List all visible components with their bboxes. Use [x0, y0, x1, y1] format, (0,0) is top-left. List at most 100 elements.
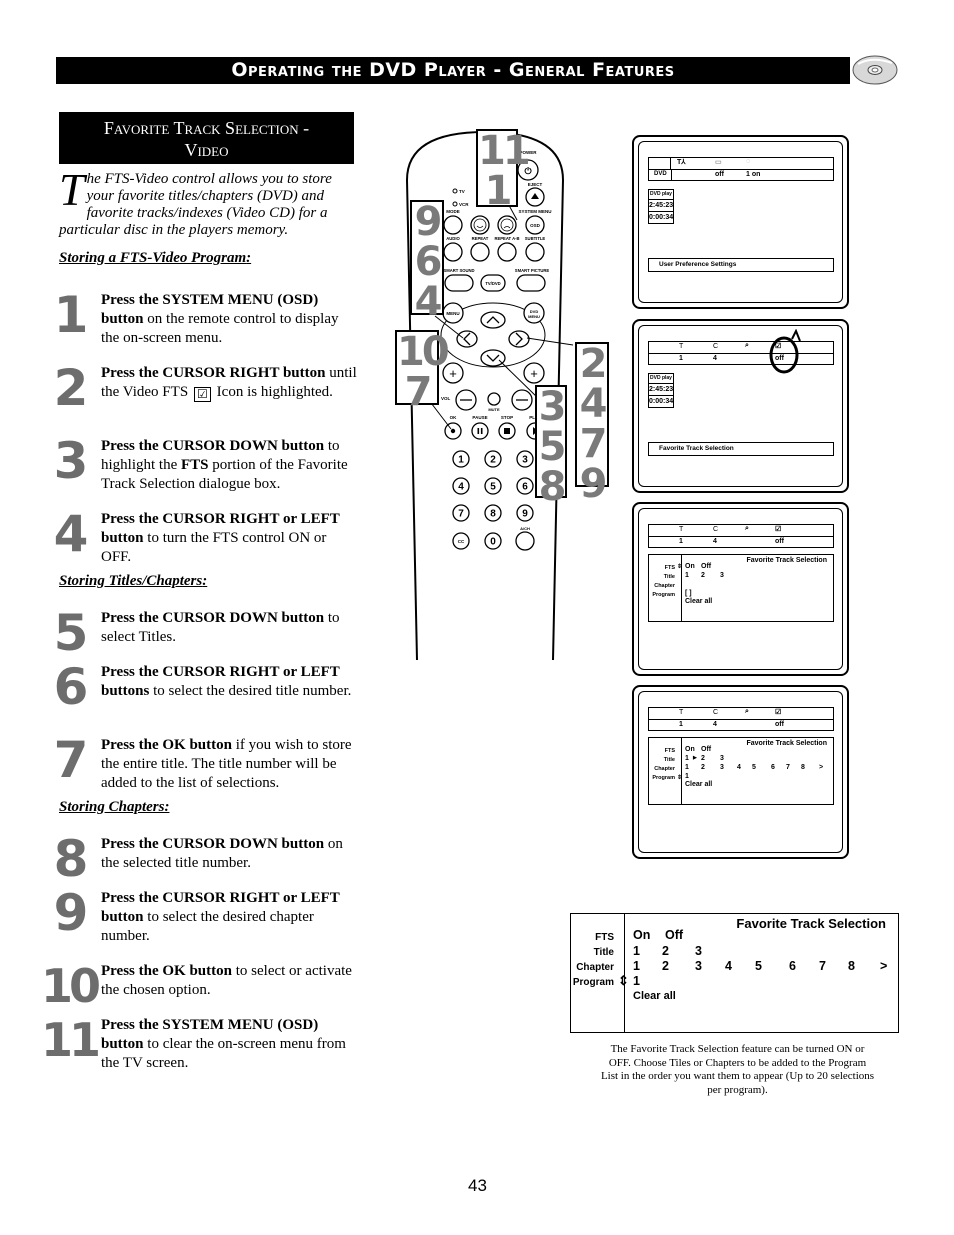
subtitle-label: SUBTITLE — [525, 236, 546, 241]
svg-text:5: 5 — [490, 482, 496, 493]
chapter-option[interactable]: 6 — [789, 959, 796, 973]
eject-button[interactable] — [525, 187, 545, 207]
ok-label: OK — [450, 415, 458, 420]
zoom-icon: ⌕ — [745, 525, 749, 532]
chapter-option[interactable]: 8 — [848, 959, 855, 973]
digit-2-button[interactable]: 2 — [484, 450, 502, 468]
chapter-option[interactable]: 7 — [819, 959, 826, 973]
dvd-menu-button[interactable]: DVD MENU — [523, 302, 545, 324]
cursor-left-button[interactable] — [456, 330, 478, 348]
step-number: 1 — [53, 286, 89, 344]
cursor-down-button[interactable] — [480, 349, 506, 367]
svg-text:2: 2 — [490, 455, 496, 466]
chapter-option[interactable]: 3 — [695, 959, 702, 973]
digit-3-button[interactable]: 3 — [516, 450, 534, 468]
cursor-right-button[interactable] — [508, 330, 530, 348]
digit-7-button[interactable]: 7 — [452, 504, 470, 522]
time-display: DVD play 2:45:23 0:00:34 — [648, 373, 674, 408]
eject-label: EJECT — [528, 182, 543, 187]
smart-picture-button[interactable] — [516, 274, 546, 292]
digit-1-button[interactable]: 1 — [452, 450, 470, 468]
step-number: 3 — [53, 432, 89, 490]
svg-text:OSD: OSD — [530, 223, 541, 228]
page-number: 43 — [468, 1176, 487, 1195]
smart-dislike-button[interactable] — [497, 215, 517, 235]
mute-button[interactable] — [487, 392, 501, 406]
digit-5-button[interactable]: 5 — [484, 477, 502, 495]
page-header: Operating the DVD Player - General Featu… — [56, 57, 850, 84]
stop-button[interactable] — [498, 422, 516, 440]
chapter-option[interactable]: 2 — [662, 959, 669, 973]
svg-text:+: + — [449, 366, 457, 381]
cursor-up-button[interactable] — [480, 311, 506, 329]
osd-menubar: T C ⌕ ☑ 1 4 off — [648, 341, 834, 365]
pause-button[interactable] — [471, 422, 489, 440]
highlight-circle-icon — [769, 329, 801, 374]
callout-ok: 10 7 — [395, 329, 450, 415]
chapter-option: 3 — [720, 764, 724, 771]
audio-button[interactable] — [443, 242, 463, 262]
chapter-option[interactable]: 4 — [725, 959, 732, 973]
title-label: Title — [593, 947, 614, 958]
mode-button[interactable] — [443, 215, 463, 235]
zoom-icon: ⌕ — [745, 708, 749, 715]
svg-text:3: 3 — [522, 455, 528, 466]
osd-menubar: DVD T⅄ ▭ ◌ off 1 on — [648, 157, 834, 181]
ok-button[interactable] — [444, 422, 462, 440]
section-title-line2: Video — [184, 140, 229, 160]
intro-paragraph: The FTS-Video control allows you to stor… — [59, 167, 359, 239]
system-menu-label: SYSTEM MENU — [518, 209, 551, 214]
title-option[interactable]: 2 — [662, 944, 669, 958]
ach-label: A/CH — [520, 526, 530, 531]
chapter-option: 8 — [801, 764, 805, 771]
repeat-label: REPEAT — [472, 236, 489, 241]
cc-button[interactable]: CC — [452, 532, 470, 550]
subhead-storing-chapters: Storing Chapters: — [59, 799, 170, 815]
smart-sound-label: SMART SOUND — [443, 268, 474, 273]
digit-4-button[interactable]: 4 — [452, 477, 470, 495]
ch-up-button[interactable]: + — [523, 362, 545, 384]
subtitle-button[interactable] — [525, 242, 545, 262]
step-number: 4 — [53, 505, 89, 563]
step-number: 9 — [53, 884, 89, 942]
chapter-next-arrow[interactable]: > — [880, 959, 887, 973]
digit-9-button[interactable]: 9 — [516, 504, 534, 522]
osd-button[interactable]: OSD — [525, 215, 545, 235]
fts-on-option[interactable]: On — [633, 928, 650, 942]
repeat-ab-button[interactable] — [497, 242, 517, 262]
chapter-option: 6 — [771, 764, 775, 771]
page-header-title: Operating the DVD Player - General Featu… — [231, 59, 675, 81]
audio-lang-icon: T⅄ — [677, 159, 686, 166]
digit-0-button[interactable]: 0 — [484, 532, 502, 550]
subhead-storing-program: Storing a FTS-Video Program: — [59, 250, 252, 266]
menu-button[interactable]: MENU — [442, 302, 464, 324]
title-option[interactable]: 3 — [695, 944, 702, 958]
callout-osd: 11 1 — [476, 128, 531, 214]
chapter-option[interactable]: 5 — [755, 959, 762, 973]
tv-dvd-button[interactable]: TV/DVD — [480, 274, 506, 292]
fts-checkbox-icon: ☑ — [193, 387, 211, 402]
smart-like-button[interactable] — [470, 215, 490, 235]
digit-8-button[interactable]: 8 — [484, 504, 502, 522]
ach-button[interactable] — [515, 531, 535, 551]
subhead-storing-titles: Storing Titles/Chapters: — [59, 573, 208, 589]
ch-down-button[interactable] — [511, 389, 533, 411]
vol-down-button[interactable] — [455, 389, 477, 411]
smart-sound-button[interactable] — [444, 274, 474, 292]
title-option[interactable]: 1 — [633, 944, 640, 958]
time-display: DVD play 2:45:23 0:00:34 — [648, 189, 674, 224]
svg-text:4: 4 — [458, 482, 464, 493]
tv-screen-2: T C ⌕ ☑ 1 4 off DVD play 2:45:23 0:00:34… — [632, 319, 849, 493]
digit-6-button[interactable]: 6 — [516, 477, 534, 495]
updown-arrow-icon: ⇕ — [618, 973, 629, 988]
fts-off-option[interactable]: Off — [665, 928, 683, 942]
fts-checkbox-icon: ☑ — [775, 526, 782, 533]
mute-label: MUTE — [488, 407, 500, 412]
repeat-button[interactable] — [470, 242, 490, 262]
chapter-option[interactable]: 1 — [633, 959, 640, 973]
figure-caption: The Favorite Track Selection feature can… — [600, 1043, 875, 1096]
chapter-label: Chapter — [576, 962, 614, 973]
program-label: Program — [572, 977, 614, 988]
mode-label: MODE — [446, 209, 460, 214]
clear-all-option[interactable]: Clear all — [633, 990, 676, 1002]
